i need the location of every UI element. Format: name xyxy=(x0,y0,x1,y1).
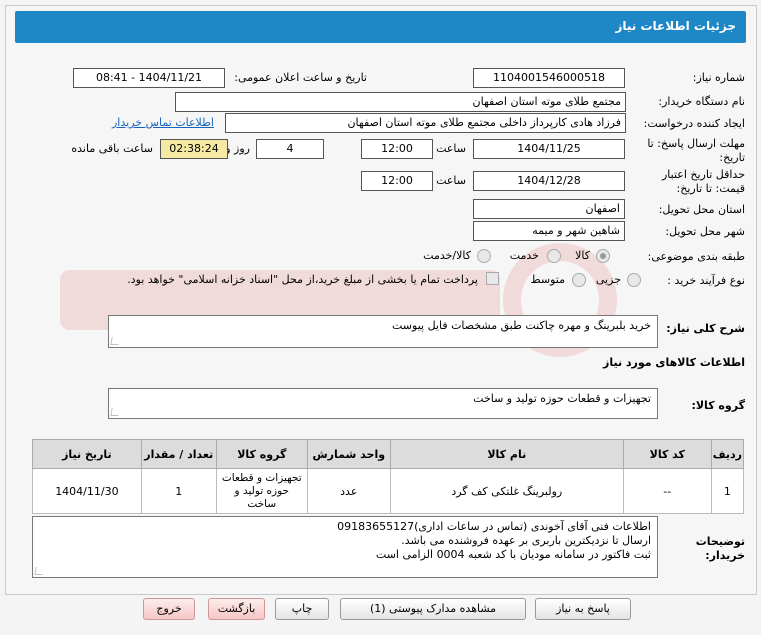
treasury-note: پرداخت تمام یا بخشی از مبلغ خرید،از محل … xyxy=(127,273,478,286)
col-row: ردیف xyxy=(710,439,745,469)
buyer-note-line: ارسال تا نزدیکترین باربری بر عهده فروشند… xyxy=(401,534,651,547)
cell-group: تجهیزات و قطعات حوزه تولید و ساخت xyxy=(215,468,308,514)
treasury-checkbox[interactable] xyxy=(486,272,499,285)
remaining-time-label: ساعت باقی مانده xyxy=(71,142,153,155)
back-button[interactable]: بازگشت xyxy=(208,598,265,620)
deadline-time-label: ساعت xyxy=(436,142,466,155)
cell-row: 1 xyxy=(710,468,745,514)
reply-button[interactable]: پاسخ به نیاز xyxy=(535,598,631,620)
announce-date-label: تاریخ و ساعت اعلان عمومی: xyxy=(234,71,367,84)
col-name: نام کالا xyxy=(389,439,624,469)
cell-date: 1404/11/30 xyxy=(32,468,142,514)
days-label: روز و xyxy=(225,142,250,155)
cell-unit: عدد xyxy=(306,468,391,514)
resize-grip-icon[interactable] xyxy=(110,337,120,345)
need-number-field: 1104001546000518 xyxy=(473,68,625,88)
process-small-label: جزیی xyxy=(595,273,621,286)
deadline-date-field: 1404/11/25 xyxy=(473,139,625,159)
buyer-note-line: ثبت فاکتور در سامانه مودیان با کد شعبه 0… xyxy=(375,548,651,561)
table-row: 1 -- رولبرینگ غلتکی کف گرد عدد تجهیزات و… xyxy=(32,468,745,514)
category-goods-label: کالا xyxy=(575,249,590,262)
validity-time-field: 12:00 xyxy=(361,171,433,191)
col-code: کد کالا xyxy=(622,439,712,469)
city-label: شهر محل تحویل: xyxy=(665,225,745,238)
page-title: جزئیات اطلاعات نیاز xyxy=(615,19,736,33)
buyer-org-field: مجتمع طلای موته استان اصفهان xyxy=(175,92,626,112)
resize-grip-icon[interactable] xyxy=(110,408,120,416)
goods-group-text: تجهیزات و قطعات حوزه تولید و ساخت xyxy=(473,392,651,405)
category-service-label: خدمت xyxy=(509,249,539,262)
announce-date-field: 1404/11/21 - 08:41 xyxy=(73,68,225,88)
requester-label: ایجاد کننده درخواست: xyxy=(643,117,745,130)
description-text: خرید بلبرینگ و مهره چاکنت طبق مشخصات فای… xyxy=(392,319,651,332)
buyer-notes-label-2: خریدار: xyxy=(705,549,745,562)
buyer-notes-label: توضیحات xyxy=(695,535,745,548)
cell-qty: 1 xyxy=(140,468,217,514)
requester-field: فرزاد هادی کارپرداز داخلی مجتمع طلای موت… xyxy=(225,113,626,133)
goods-section-title: اطلاعات کالاهای مورد نیاز xyxy=(603,356,745,369)
city-field: شاهین شهر و میمه xyxy=(473,221,625,241)
contact-buyer-link[interactable]: اطلاعات تماس خریدار xyxy=(112,116,214,129)
col-date: تاریخ نیاز xyxy=(32,439,142,469)
col-qty: تعداد / مقدار xyxy=(140,439,217,469)
panel-header: جزئیات اطلاعات نیاز xyxy=(15,11,746,43)
print-button[interactable]: چاپ xyxy=(275,598,329,620)
resize-grip-icon[interactable] xyxy=(34,567,44,575)
buyer-notes-textarea[interactable]: اطلاعات فنی آقای آخوندی (تماس در ساعات ا… xyxy=(32,516,658,578)
deadline-label-date: تاریخ: xyxy=(719,151,745,164)
province-label: استان محل تحویل: xyxy=(658,203,745,216)
goods-table: ردیف کد کالا نام کالا واحد شمارش گروه کا… xyxy=(32,439,745,514)
description-label: شرح کلی نیاز: xyxy=(666,322,745,335)
remaining-time-field: 02:38:24 xyxy=(160,139,228,159)
process-medium-label: متوسط xyxy=(530,273,565,286)
need-number-label: شماره نیاز: xyxy=(692,71,745,84)
buyer-note-line: اطلاعات فنی آقای آخوندی (تماس در ساعات ا… xyxy=(337,520,651,533)
validity-date-field: 1404/12/28 xyxy=(473,171,625,191)
goods-group-textarea[interactable]: تجهیزات و قطعات حوزه تولید و ساخت xyxy=(108,388,658,419)
deadline-time-field: 12:00 xyxy=(361,139,433,159)
process-label: نوع فرآیند خرید : xyxy=(667,274,745,287)
exit-button[interactable]: خروج xyxy=(143,598,195,620)
category-both-radio[interactable] xyxy=(477,249,491,263)
province-field: اصفهان xyxy=(473,199,625,219)
description-textarea[interactable]: خرید بلبرینگ و مهره چاکنت طبق مشخصات فای… xyxy=(108,315,658,348)
col-group: گروه کالا xyxy=(215,439,308,469)
buyer-org-label: نام دستگاه خریدار: xyxy=(658,95,745,108)
category-label: طبقه بندی موضوعی: xyxy=(647,250,745,263)
process-small-radio[interactable] xyxy=(627,273,641,287)
deadline-label: مهلت ارسال پاسخ: تا xyxy=(647,137,745,150)
cell-code: -- xyxy=(622,468,712,514)
attachments-button[interactable]: مشاهده مدارک پیوستی (1) xyxy=(340,598,526,620)
category-service-radio[interactable] xyxy=(547,249,561,263)
cell-name: رولبرینگ غلتکی کف گرد xyxy=(389,468,624,514)
process-medium-radio[interactable] xyxy=(572,273,586,287)
category-goods-radio[interactable] xyxy=(596,249,610,263)
category-both-label: کالا/خدمت xyxy=(423,249,471,262)
validity-label-date: قیمت: تا تاریخ: xyxy=(676,182,745,195)
validity-label: حداقل تاریخ اعتبار xyxy=(661,168,745,181)
days-field: 4 xyxy=(256,139,324,159)
validity-time-label: ساعت xyxy=(436,174,466,187)
goods-group-label: گروه کالا: xyxy=(691,399,745,412)
col-unit: واحد شمارش xyxy=(306,439,391,469)
